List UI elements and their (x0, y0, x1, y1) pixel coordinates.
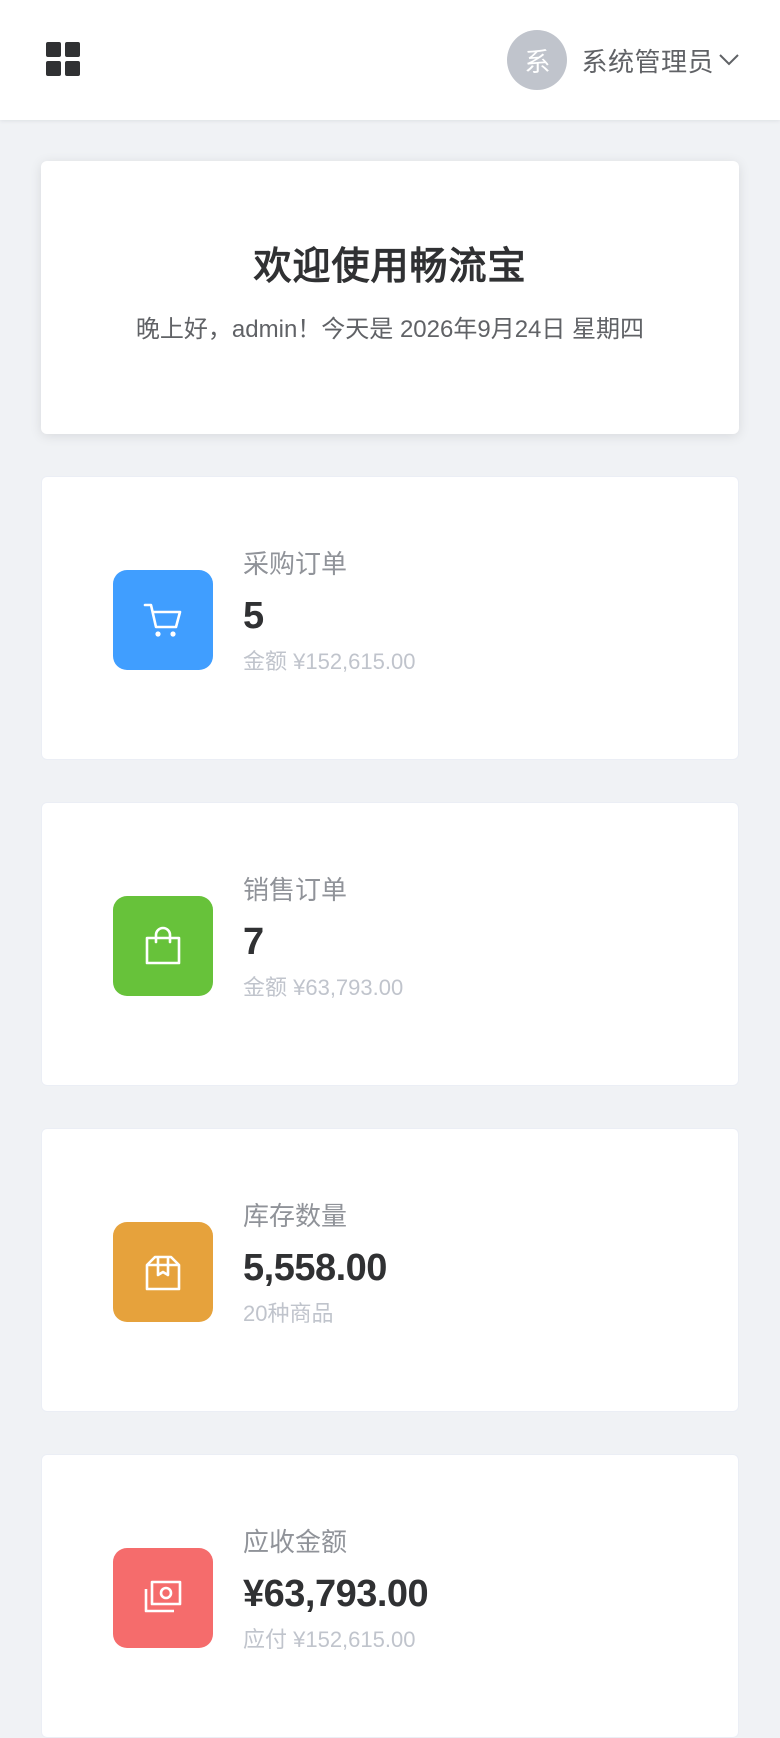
stat-label: 应收金额 (243, 1527, 348, 1557)
welcome-title: 欢迎使用畅流宝 (253, 246, 527, 288)
purchase-orders-card[interactable]: 采购订单 5 金额 ¥152,615.00 (41, 476, 739, 760)
stat-value: 5 (243, 595, 264, 637)
receivables-info: 应收金额 ¥63,793.00 应付 ¥152,615.00 (243, 1525, 429, 1655)
shopping-cart-icon (113, 570, 213, 670)
dashboard-content: 欢迎使用畅流宝 晚上好，admin！今天是 2026年9月24日 星期四 采购订… (0, 120, 780, 1738)
stat-value: 7 (243, 921, 264, 963)
welcome-card: 欢迎使用畅流宝 晚上好，admin！今天是 2026年9月24日 星期四 (41, 161, 739, 434)
stat-subtext: 金额 ¥63,793.00 (243, 975, 404, 1000)
avatar[interactable]: 系 (507, 30, 568, 90)
stat-value: ¥63,793.00 (243, 1573, 429, 1615)
stat-value: 5,558.00 (243, 1247, 387, 1289)
stat-subtext: 应付 ¥152,615.00 (243, 1627, 416, 1652)
box-icon (113, 1222, 213, 1322)
stat-subtext: 20种商品 (243, 1301, 334, 1326)
sales-orders-card[interactable]: 销售订单 7 金额 ¥63,793.00 (41, 802, 739, 1086)
user-dropdown[interactable]: 系 系统管理员 (507, 30, 740, 90)
user-name[interactable]: 系统管理员 (581, 42, 714, 79)
shopping-bag-icon (113, 896, 213, 996)
stat-label: 销售订单 (243, 875, 348, 905)
inventory-card[interactable]: 库存数量 5,558.00 20种商品 (41, 1128, 739, 1412)
stat-label: 库存数量 (243, 1201, 348, 1231)
inventory-info: 库存数量 5,558.00 20种商品 (243, 1199, 387, 1329)
purchase-orders-info: 采购订单 5 金额 ¥152,615.00 (243, 547, 415, 677)
top-navbar: 系 系统管理员 (0, 0, 780, 120)
stat-subtext: 金额 ¥152,615.00 (243, 649, 416, 674)
welcome-greeting: 晚上好，admin！今天是 2026年9月24日 星期四 (135, 316, 645, 343)
money-icon (113, 1548, 213, 1648)
grid-menu-icon[interactable] (44, 40, 84, 80)
chevron-down-icon[interactable] (718, 53, 740, 67)
receivables-card[interactable]: 应收金额 ¥63,793.00 应付 ¥152,615.00 (41, 1454, 739, 1738)
sales-orders-info: 销售订单 7 金额 ¥63,793.00 (243, 873, 403, 1003)
stat-label: 采购订单 (243, 549, 348, 579)
